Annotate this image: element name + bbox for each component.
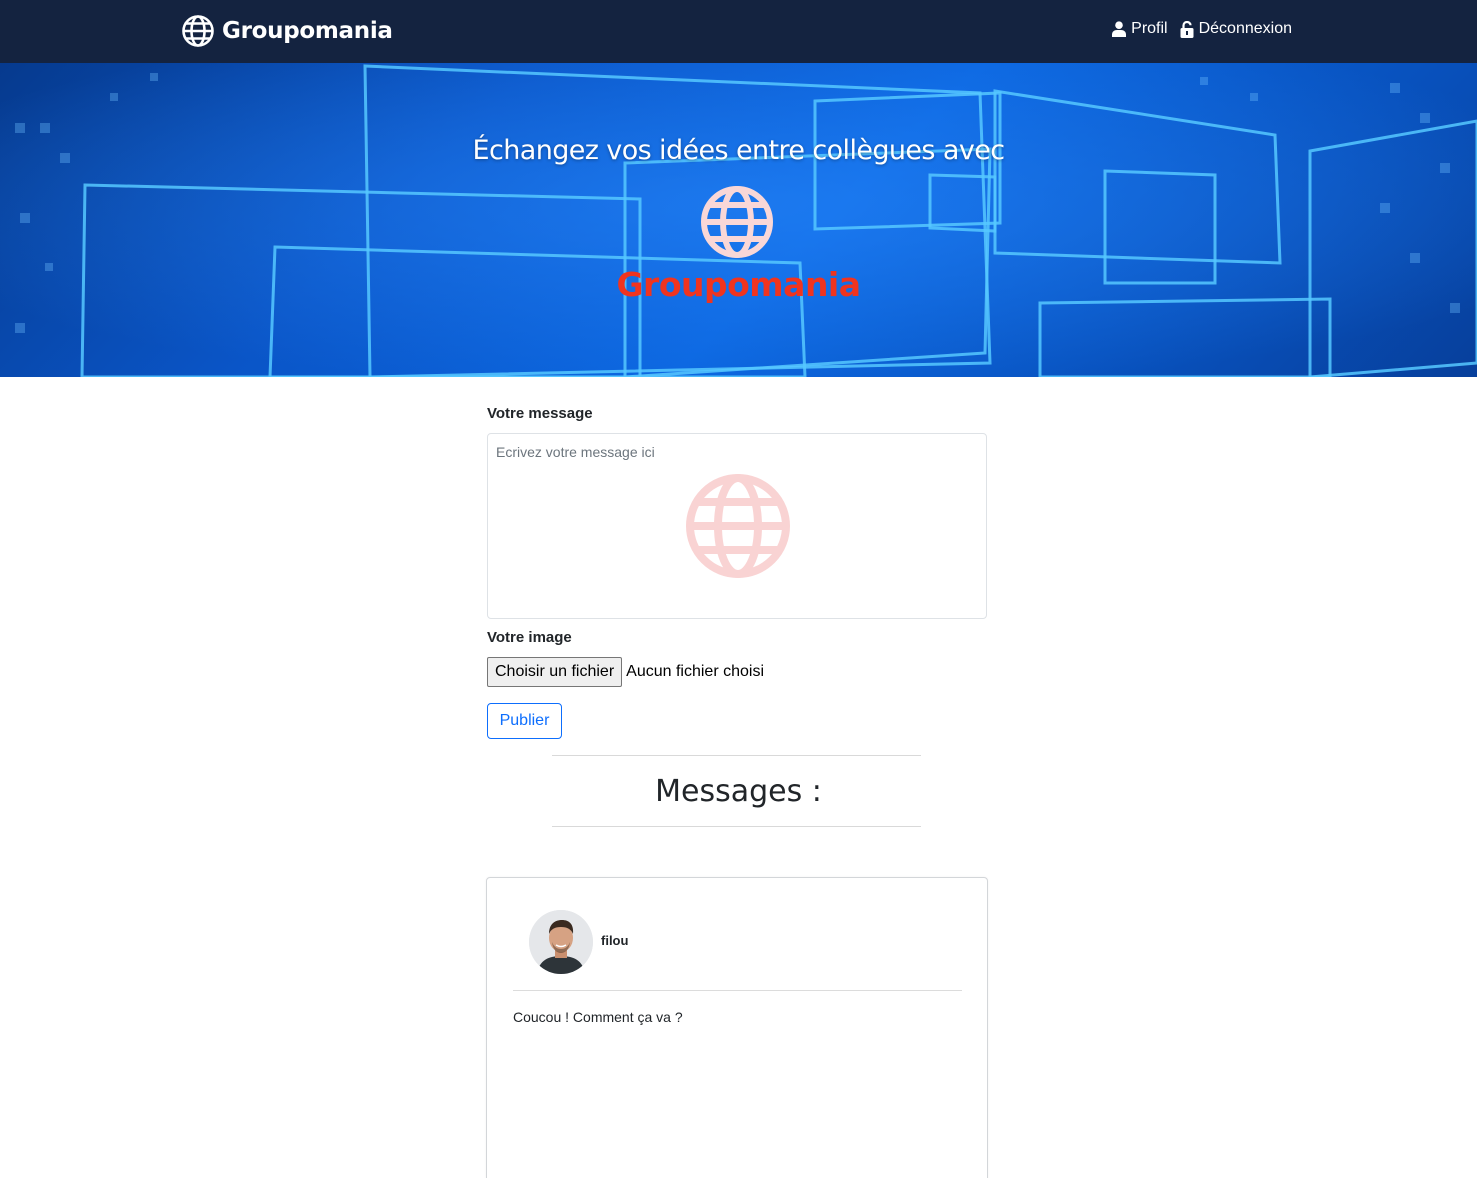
file-status: Aucun fichier choisi [626,663,764,680]
publish-button[interactable]: Publier [487,703,562,739]
message-textarea[interactable] [488,434,986,618]
post-author: filou [601,933,629,948]
image-label: Votre image [487,629,572,646]
divider [552,826,921,827]
choose-file-button[interactable]: Choisir un fichier [487,657,623,687]
hero-brand-name: Groupomania [616,265,861,304]
profile-link-label: Profil [1131,20,1168,37]
globe-icon [701,186,773,258]
post-text: Coucou ! Comment ça va ? [513,1009,683,1025]
profile-link[interactable]: Profil [1112,20,1168,38]
messages-heading: Messages : [655,774,822,809]
brand-logo-link[interactable]: Groupomania [181,14,393,48]
message-label: Votre message [487,405,593,422]
brand-name: Groupomania [222,18,393,44]
avatar-photo [529,910,593,974]
navbar: Groupomania Profil Déconnexion [0,0,1477,63]
message-field-wrapper [487,433,987,619]
avatar[interactable] [529,910,593,974]
divider [513,990,962,991]
globe-icon [182,15,214,47]
file-input: Choisir un fichier Aucun fichier choisi [487,657,764,687]
logout-link-label: Déconnexion [1198,20,1292,37]
divider [552,755,921,756]
nav-links: Profil Déconnexion [1112,20,1292,38]
post-card: filou Coucou ! Comment ça va ? [486,877,988,1178]
hero-title: Échangez vos idées entre collègues avec [472,135,1006,166]
user-icon [1112,21,1127,37]
unlock-icon [1180,20,1194,38]
logout-link[interactable]: Déconnexion [1180,20,1292,38]
hero-banner: Échangez vos idées entre collègues avec … [0,63,1477,377]
